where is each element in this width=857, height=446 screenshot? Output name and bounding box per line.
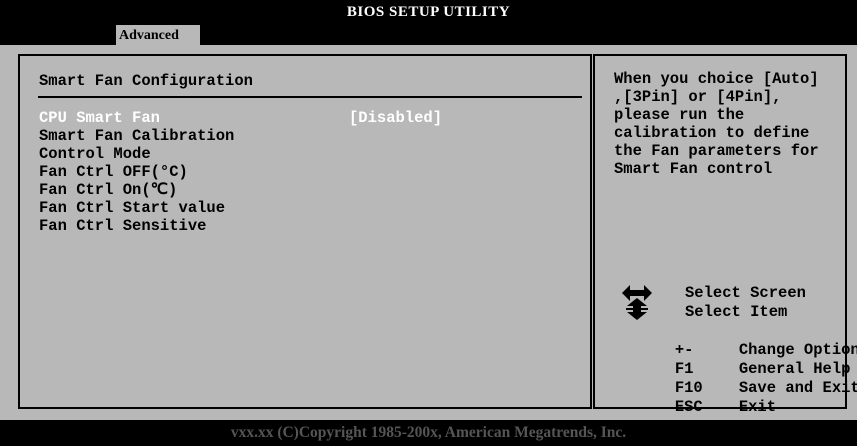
- key-row-exit: ESC Exit: [615, 379, 776, 416]
- setting-fan-ctrl-sensitive[interactable]: Fan Ctrl Sensitive: [39, 217, 206, 235]
- key-desc-select-item: Select Item: [685, 303, 788, 321]
- setting-control-mode[interactable]: Control Mode: [39, 145, 151, 163]
- key-row-change-option: +- Change Option: [615, 322, 857, 359]
- main-area: Smart Fan Configuration CPU Smart Fan [D…: [0, 45, 857, 420]
- window-title: BIOS SETUP UTILITY: [346, 4, 511, 20]
- key-desc-exit: Exit: [738, 398, 777, 416]
- footer-copyright: vxx.xx (C)Copyright 1985-200x, American …: [230, 424, 627, 441]
- setting-fan-ctrl-start-value[interactable]: Fan Ctrl Start value: [39, 199, 225, 217]
- key-desc-select-screen: Select Screen: [685, 284, 806, 302]
- section-title: Smart Fan Configuration: [39, 72, 253, 90]
- key-row-general-help: F1 General Help: [615, 341, 851, 378]
- up-down-arrow-icon: [626, 298, 648, 320]
- help-text: When you choice [Auto] ,[3Pin] or [4Pin]…: [614, 70, 819, 178]
- setting-cpu-smart-fan[interactable]: CPU Smart Fan: [39, 109, 160, 127]
- setting-fan-ctrl-off[interactable]: Fan Ctrl OFF(°C): [39, 163, 188, 181]
- key-row-save-exit: F10 Save and Exit: [615, 360, 857, 397]
- settings-panel: Smart Fan Configuration CPU Smart Fan [D…: [18, 54, 592, 409]
- setting-smart-fan-calibration[interactable]: Smart Fan Calibration: [39, 127, 234, 145]
- tab-advanced[interactable]: Advanced: [116, 25, 200, 45]
- help-panel: When you choice [Auto] ,[3Pin] or [4Pin]…: [593, 54, 857, 416]
- setting-fan-ctrl-on[interactable]: Fan Ctrl On(℃): [39, 181, 177, 199]
- cpu-smart-fan-value[interactable]: [Disabled]: [349, 109, 442, 127]
- key-esc: ESC: [674, 398, 703, 416]
- section-divider: [38, 96, 582, 98]
